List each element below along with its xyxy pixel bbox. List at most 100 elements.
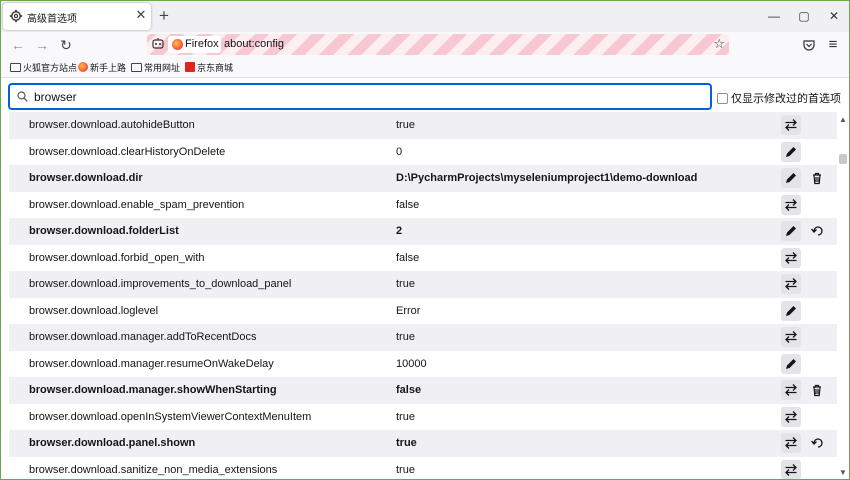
pref-row[interactable]: browser.download.clearHistoryOnDelete 0 xyxy=(9,139,837,166)
reload-button[interactable]: ↻ xyxy=(56,35,76,55)
navigation-toolbar: ← → ↻ Firefox about:config ☆ ≡ xyxy=(1,32,849,57)
pref-name: browser.download.clearHistoryOnDelete xyxy=(29,145,226,158)
pref-name: browser.download.openInSystemViewerConte… xyxy=(29,410,312,423)
pref-name: browser.download.manager.resumeOnWakeDel… xyxy=(29,357,274,370)
back-button[interactable]: ← xyxy=(8,35,28,55)
pref-row[interactable]: browser.download.panel.shown true xyxy=(9,430,837,457)
toggle-button[interactable] xyxy=(781,274,801,294)
pref-row[interactable]: browser.download.dir D:\PycharmProjects\m… xyxy=(9,165,837,192)
toggle-button[interactable] xyxy=(781,194,801,215)
trash-icon xyxy=(813,384,821,397)
pref-name: browser.download.enable_spam_prevention xyxy=(29,198,245,211)
pref-row[interactable]: browser.download.sanitize_non_media_exte… xyxy=(9,457,837,479)
forward-button[interactable]: → xyxy=(32,35,52,55)
pref-name: browser.download.sanitize_non_media_exte… xyxy=(29,463,278,476)
firefox-icon xyxy=(172,39,183,50)
pref-name: browser.download.forbid_open_with xyxy=(29,251,205,264)
pencil-icon xyxy=(786,305,796,316)
scroll-down-arrow-icon[interactable]: ▼ xyxy=(839,468,847,477)
pref-value: true xyxy=(396,410,415,423)
pref-value: false xyxy=(396,384,422,396)
toggle-arrows-icon xyxy=(785,331,797,343)
pref-name: browser.download.improvements_to_downloa… xyxy=(29,278,292,290)
jd-icon xyxy=(185,62,195,72)
tab-close-icon[interactable]: ✕ xyxy=(134,7,148,23)
bookmark-label: 常用网址 xyxy=(144,63,181,73)
toggle-button[interactable] xyxy=(781,459,801,479)
pref-name: browser.download.autohideButton xyxy=(29,119,195,131)
pencil-icon xyxy=(786,146,796,157)
vertical-scrollbar[interactable]: ▲ ▼ xyxy=(837,115,849,479)
url-bar[interactable]: Firefox about:config ☆ xyxy=(147,34,729,55)
modified-only-checkbox[interactable] xyxy=(717,93,728,104)
toggle-button[interactable] xyxy=(781,115,801,135)
bookmark-star-icon[interactable]: ☆ xyxy=(713,36,725,52)
edit-button[interactable] xyxy=(781,168,801,188)
scroll-thumb[interactable] xyxy=(839,154,847,164)
pref-row[interactable]: browser.download.enable_spam_prevention f… xyxy=(9,192,837,219)
pref-value: true xyxy=(396,278,415,290)
folder-icon xyxy=(131,63,142,72)
pref-row[interactable]: browser.download.openInSystemViewerConte… xyxy=(9,404,837,431)
edit-button[interactable] xyxy=(781,300,801,321)
pref-name: browser.download.manager.showWhenStartin… xyxy=(29,384,277,396)
pref-name: browser.download.folderList xyxy=(29,225,179,237)
delete-button[interactable] xyxy=(807,168,827,188)
toggle-button[interactable] xyxy=(781,380,801,400)
pref-row[interactable]: browser.download.manager.addToRecentDocs… xyxy=(9,324,837,351)
tab-strip: 高级首选项 ✕ + — ▢ ✕ xyxy=(1,1,849,32)
url-text[interactable]: about:config xyxy=(224,38,284,50)
preferences-table: browser.download.autohideButton true brows… xyxy=(9,112,837,479)
pref-value: 0 xyxy=(396,145,403,158)
pref-value: true xyxy=(396,437,417,449)
toggle-button[interactable] xyxy=(781,406,801,427)
pref-value: 10000 xyxy=(396,357,427,370)
pref-row[interactable]: browser.download.manager.showWhenStartin… xyxy=(9,377,837,404)
trash-icon xyxy=(813,172,821,185)
scroll-up-arrow-icon[interactable]: ▲ xyxy=(839,115,847,124)
search-box[interactable] xyxy=(8,83,712,110)
pref-name: browser.download.manager.addToRecentDocs xyxy=(29,331,257,343)
pref-value: true xyxy=(396,463,415,476)
pocket-icon[interactable] xyxy=(800,36,818,54)
edit-button[interactable] xyxy=(781,353,801,374)
pref-row[interactable]: browser.download.forbid_open_with false xyxy=(9,245,837,272)
window-close-button[interactable]: ✕ xyxy=(825,7,843,25)
bookmark-item[interactable]: 常用网址 xyxy=(131,61,180,75)
pref-name: browser.download.dir xyxy=(29,172,143,184)
minimize-button[interactable]: — xyxy=(765,7,783,25)
search-icon xyxy=(17,91,28,102)
toggle-button[interactable] xyxy=(781,433,801,453)
modified-only-toggle[interactable]: 仅显示修改过的首选项 xyxy=(717,90,841,106)
toggle-button[interactable] xyxy=(781,247,801,268)
pref-row[interactable]: browser.download.autohideButton true xyxy=(9,112,837,139)
pref-row[interactable]: browser.download.folderList 2 xyxy=(9,218,837,245)
about-config-page: 仅显示修改过的首选项 browser.download.autohideButt… xyxy=(1,78,849,479)
search-input[interactable] xyxy=(34,88,694,106)
reset-button[interactable] xyxy=(807,433,827,453)
bookmark-item[interactable]: 新手上路 xyxy=(78,61,126,75)
pref-value: false xyxy=(396,251,420,264)
maximize-button[interactable]: ▢ xyxy=(795,7,813,25)
pref-row[interactable]: browser.download.improvements_to_downloa… xyxy=(9,271,837,298)
reset-button[interactable] xyxy=(807,221,827,241)
new-tab-button[interactable]: + xyxy=(156,6,172,26)
pencil-icon xyxy=(786,226,796,236)
toggle-arrows-icon xyxy=(785,251,797,264)
bookmark-label: 新手上路 xyxy=(90,63,127,73)
toggle-arrows-icon xyxy=(785,198,797,211)
app-menu-button[interactable]: ≡ xyxy=(824,36,842,54)
delete-button[interactable] xyxy=(807,380,827,400)
pencil-icon xyxy=(786,173,796,183)
tab-about-config[interactable]: 高级首选项 ✕ xyxy=(3,3,151,30)
pref-value: true xyxy=(396,331,415,343)
modified-only-label: 仅显示修改过的首选项 xyxy=(731,93,841,105)
toggle-button[interactable] xyxy=(781,327,801,347)
pref-row[interactable]: browser.download.loglevel Error xyxy=(9,298,837,325)
firefox-icon xyxy=(78,62,88,72)
pref-row[interactable]: browser.download.manager.resumeOnWakeDel… xyxy=(9,351,837,378)
bookmark-item[interactable]: 火狐官方站点 xyxy=(10,61,77,75)
edit-button[interactable] xyxy=(781,221,801,241)
bookmark-item[interactable]: 京东商城 xyxy=(185,61,233,75)
edit-button[interactable] xyxy=(781,141,801,162)
